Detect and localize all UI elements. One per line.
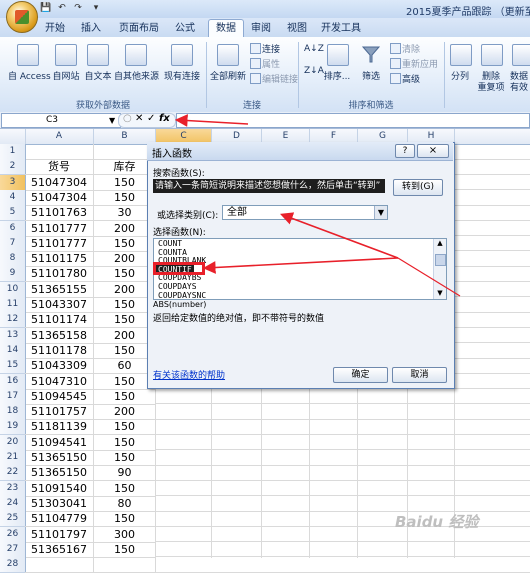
arrow-to-category (280, 212, 399, 259)
annotation-arrows (174, 114, 461, 297)
office-button[interactable] (6, 1, 38, 33)
arrow-to-fx (174, 114, 249, 127)
watermark: Baidu 经验 (395, 513, 479, 531)
cell-b[interactable] (94, 557, 156, 573)
arrow-to-countif (202, 257, 399, 274)
arrow-tail (397, 257, 461, 297)
cell-a[interactable] (25, 557, 94, 573)
row-header[interactable]: 28 (0, 557, 26, 573)
